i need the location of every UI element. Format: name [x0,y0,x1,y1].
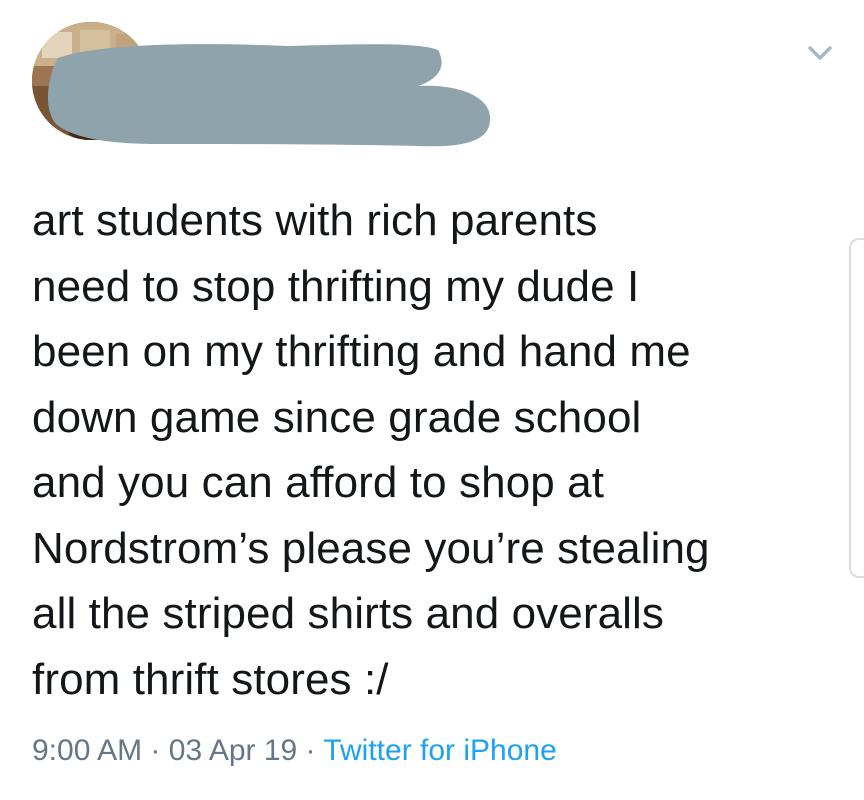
meta-separator: · [305,734,316,767]
tweet-date[interactable]: 03 Apr 19 [169,734,297,767]
tweet-text: art students with rich parents need to s… [32,196,710,704]
scrollbar-edge [849,238,864,578]
chevron-down-icon[interactable] [800,38,840,70]
redaction-overlay [38,40,498,160]
tweet-time[interactable]: 9:00 AM [32,734,142,767]
tweet-source-link[interactable]: Twitter for iPhone [323,734,556,767]
meta-separator: · [150,734,161,767]
tweet-metadata: 9:00 AM · 03 Apr 19 · Twitter for iPhone [32,729,557,773]
tweet: art students with rich parents need to s… [0,0,864,800]
